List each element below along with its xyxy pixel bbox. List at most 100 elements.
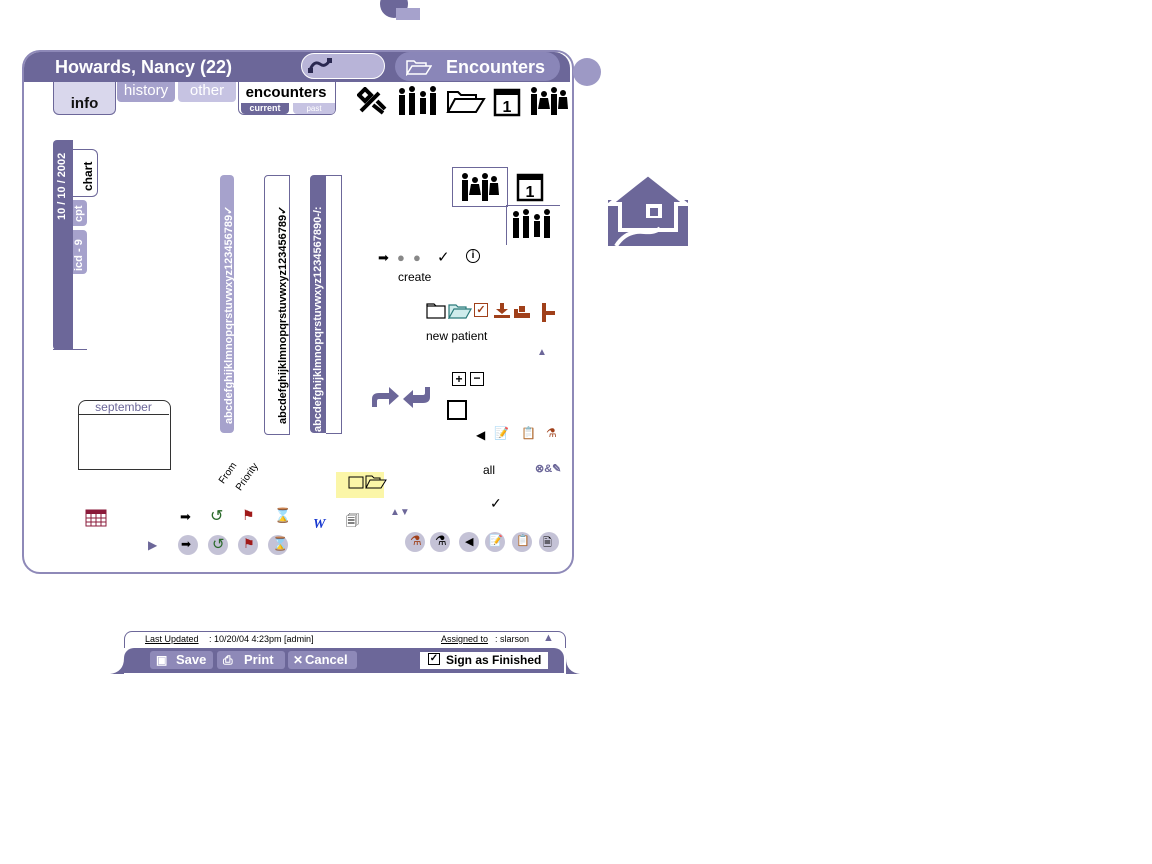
sort-arrows-icon[interactable]: ▲▼ xyxy=(390,507,410,518)
checkbox-checked-icon: ✓ xyxy=(428,653,440,665)
encounter-date: 10 / 10 / 2002 xyxy=(56,152,68,220)
divider xyxy=(506,205,507,245)
last-updated-value: : 10/20/04 4:23pm [admin] xyxy=(209,634,314,644)
return-arrow-icon[interactable] xyxy=(401,385,433,409)
divider xyxy=(506,205,560,206)
checkbox-checked-icon[interactable]: ✓ xyxy=(474,303,488,317)
lab-round-button[interactable]: ⚗ xyxy=(405,532,425,552)
folder-highlight[interactable] xyxy=(336,472,387,498)
arrow-right-icon[interactable]: ➡ xyxy=(378,250,389,266)
people-group-icon[interactable] xyxy=(396,85,440,117)
expand-icon[interactable]: + xyxy=(452,372,466,386)
tab-info[interactable]: info xyxy=(53,82,116,115)
lab-flask-icon[interactable]: ⚗ xyxy=(546,426,557,440)
note-check-round-button[interactable]: 📋 xyxy=(512,532,532,552)
footer-info-bar: Last Updated : 10/20/04 4:23pm [admin] A… xyxy=(124,631,566,648)
document-round-button[interactable]: 🗎 xyxy=(539,532,559,552)
print-button[interactable]: ⎙ Print xyxy=(217,651,285,669)
top-decoration xyxy=(380,0,420,20)
checkmark-icon[interactable]: ✓ xyxy=(437,248,450,266)
admit-icon[interactable] xyxy=(493,303,511,319)
floppy-icon: ▣ xyxy=(156,653,168,667)
home-icon[interactable] xyxy=(606,170,690,248)
sign-label: Sign as Finished xyxy=(446,653,542,667)
tab-history[interactable]: history xyxy=(117,82,175,102)
note-add-icon: 📝 xyxy=(489,535,503,547)
print-label: Print xyxy=(244,652,274,667)
svg-text:1: 1 xyxy=(526,184,535,201)
flask-icon: ⚗ xyxy=(435,533,447,548)
people-group-icon[interactable] xyxy=(510,208,554,240)
tools-icon[interactable] xyxy=(357,87,389,115)
family-icon xyxy=(462,173,499,201)
phone-icon xyxy=(308,58,332,73)
speaker-icon[interactable]: ◀ xyxy=(476,428,485,442)
discharge-icon[interactable] xyxy=(538,303,556,323)
flask-round-button[interactable]: ⚗ xyxy=(430,532,450,552)
note-add-round-button[interactable]: 📝 xyxy=(485,532,505,552)
all-label: all xyxy=(483,463,496,477)
printer-icon: ⎙ xyxy=(223,653,233,667)
word-doc-icon[interactable]: W xyxy=(313,517,325,533)
side-tab-chart-label: chart xyxy=(81,161,95,191)
new-patient-label: new patient xyxy=(426,329,488,343)
document-icon: 🗎 xyxy=(543,537,552,549)
speaker-icon: ◀ xyxy=(465,536,474,548)
bed-icon[interactable] xyxy=(513,303,531,319)
folder-closed-icon[interactable] xyxy=(426,303,446,319)
alphabet-bar-light-text: abcdefghijklmnopqrstuvwxyz123456789✓ xyxy=(223,205,235,424)
flag-round-button[interactable]: ⚑ xyxy=(238,535,258,555)
side-decoration xyxy=(573,58,601,86)
tab-encounters-label: encounters xyxy=(245,84,327,101)
hourglass-icon[interactable]: ⌛ xyxy=(274,507,291,524)
arrow-up-icon[interactable]: ▲ xyxy=(537,347,547,358)
refresh-icon: ↺ xyxy=(212,536,225,553)
lock-open-icon[interactable]: ● xyxy=(413,250,421,265)
tab-other[interactable]: other xyxy=(178,82,236,102)
info-icon[interactable]: i xyxy=(466,249,480,263)
family-icon[interactable] xyxy=(528,85,568,117)
lock-closed-icon[interactable]: ● xyxy=(397,250,405,265)
collapse-arrow-icon[interactable]: ▲ xyxy=(543,632,554,644)
lab-flask-icon: ⚗ xyxy=(410,533,422,548)
copy-docs-icon[interactable]: 🗐 xyxy=(346,512,359,534)
speaker-round-button[interactable]: ◀ xyxy=(459,532,479,552)
arrow-right-icon[interactable]: ➡ xyxy=(180,509,191,525)
alphabet-bar-dark-text: abcdefghijklmnopqrstuvwxyz1234567890-/: xyxy=(312,206,324,432)
redo-arrow-icon[interactable] xyxy=(369,385,401,409)
assigned-to-label: Assigned to xyxy=(441,634,489,644)
calendar-day-icon[interactable]: 1 xyxy=(493,85,521,117)
folder-open-icon[interactable] xyxy=(448,303,472,319)
search-and-note-icon[interactable]: ⊗&✎ xyxy=(535,462,561,475)
note-add-icon[interactable]: 📝 xyxy=(494,426,509,440)
calendar-day-icon[interactable]: 1 xyxy=(516,170,544,202)
empty-checkbox[interactable] xyxy=(447,400,467,420)
assigned-to-value: : slarson xyxy=(495,634,530,644)
create-label: create xyxy=(398,270,432,284)
refresh-icon[interactable]: ↺ xyxy=(210,506,223,526)
arrow-right-icon: ➡ xyxy=(181,537,192,551)
cancel-label: Cancel xyxy=(305,652,348,667)
flag-icon: ⚑ xyxy=(243,536,255,551)
arrow-right-round-button[interactable]: ➡ xyxy=(178,535,198,555)
svg-text:1: 1 xyxy=(503,99,512,116)
folder-pair-icon xyxy=(348,475,387,489)
refresh-round-button[interactable]: ↺ xyxy=(208,535,228,555)
phone-button[interactable] xyxy=(301,53,385,79)
play-icon[interactable]: ▶ xyxy=(148,538,157,552)
flag-icon[interactable]: ⚑ xyxy=(242,507,255,524)
hourglass-round-button[interactable]: ⌛ xyxy=(268,535,288,555)
subtab-current[interactable]: current xyxy=(241,103,289,114)
collapse-icon[interactable]: − xyxy=(470,372,484,386)
note-check-icon[interactable]: 📋 xyxy=(521,426,536,440)
subtab-past[interactable]: past xyxy=(293,103,335,114)
save-button[interactable]: ▣ Save xyxy=(150,651,213,669)
folder-open-icon[interactable] xyxy=(446,88,486,114)
family-select-box[interactable] xyxy=(452,167,508,207)
checkmark-icon[interactable]: ✓ xyxy=(490,495,502,512)
patient-name: Howards, Nancy (22) xyxy=(55,57,233,77)
note-check-icon: 📋 xyxy=(516,535,530,547)
cancel-button[interactable]: ✕ Cancel xyxy=(288,651,357,669)
calendar-grid-icon[interactable] xyxy=(85,509,107,527)
sign-as-finished-checkbox[interactable]: ✓ Sign as Finished xyxy=(420,652,548,669)
